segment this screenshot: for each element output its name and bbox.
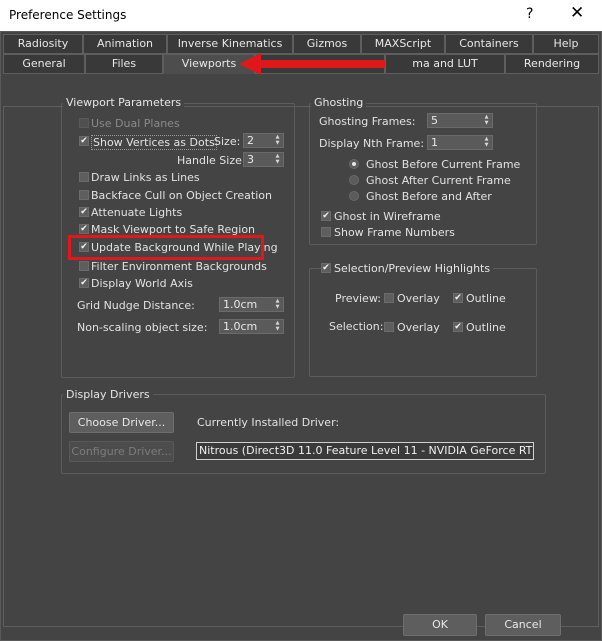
tab-radiosity[interactable]: Radiosity <box>3 34 83 54</box>
draw-links-label: Draw Links as Lines <box>91 171 200 184</box>
cancel-button[interactable]: Cancel <box>485 614 561 636</box>
preview-outline-label: Outline <box>466 292 506 305</box>
tab-containers[interactable]: Containers <box>445 34 533 54</box>
size-label: Size: <box>214 135 241 148</box>
grid-nudge-label: Grid Nudge Distance: <box>77 299 195 312</box>
title-bar: Preference Settings ? ✕ <box>0 0 602 31</box>
grid-nudge-spinner[interactable]: 1.0cm ▲ ▼ <box>219 297 284 312</box>
display-nth-frame-value: 1 <box>431 136 438 149</box>
ghost-wireframe-label: Ghost in Wireframe <box>334 210 441 223</box>
mask-viewport-checkbox[interactable]: ✔ <box>79 224 89 234</box>
annotation-arrow-icon <box>239 53 385 75</box>
display-drivers-title: Display Drivers <box>63 388 153 401</box>
display-drivers-group <box>61 394 546 474</box>
tab-general[interactable]: General <box>3 54 85 74</box>
show-vertices-label: Show Vertices as Dots <box>91 135 217 150</box>
ghosting-frames-spinner[interactable]: 5 ▲ ▼ <box>427 113 493 128</box>
size-spinner[interactable]: 2 ▲ ▼ <box>243 133 284 148</box>
preview-overlay-checkbox[interactable] <box>384 293 394 303</box>
use-dual-planes-checkbox[interactable] <box>79 118 89 128</box>
spinner-arrows-icon[interactable]: ▲ ▼ <box>483 136 490 149</box>
use-dual-planes-label: Use Dual Planes <box>91 117 180 130</box>
size-value: 2 <box>247 134 254 147</box>
close-icon[interactable]: ✕ <box>570 3 584 23</box>
tab-files[interactable]: Files <box>85 54 163 74</box>
handle-size-spinner[interactable]: 3 ▲ ▼ <box>243 152 284 167</box>
preference-dialog: Radiosity Animation Inverse Kinematics G… <box>0 31 602 641</box>
selection-outline-checkbox[interactable]: ✔ <box>453 322 463 332</box>
display-world-axis-label: Display World Axis <box>91 277 193 290</box>
selection-overlay-label: Overlay <box>397 321 440 334</box>
non-scaling-label: Non-scaling object size: <box>77 321 208 334</box>
spinner-arrows-icon[interactable]: ▲ ▼ <box>483 114 490 127</box>
ghost-before-radio[interactable] <box>349 159 359 169</box>
ghosting-title: Ghosting <box>311 96 367 109</box>
selection-label: Selection: <box>329 320 384 333</box>
filter-env-label: Filter Environment Backgrounds <box>91 260 267 273</box>
viewport-parameters-title: Viewport Parameters <box>63 96 185 109</box>
tab-rendering[interactable]: Rendering <box>505 54 599 74</box>
ghost-wireframe-checkbox[interactable]: ✔ <box>321 211 331 221</box>
selection-overlay-checkbox[interactable] <box>384 322 394 332</box>
display-world-axis-checkbox[interactable]: ✔ <box>79 278 89 288</box>
preview-overlay-label: Overlay <box>397 292 440 305</box>
selection-outline-label: Outline <box>466 321 506 334</box>
spinner-arrows-icon[interactable]: ▲ ▼ <box>274 298 281 311</box>
help-icon[interactable]: ? <box>526 6 533 22</box>
non-scaling-value: 1.0cm <box>223 320 258 333</box>
show-frame-numbers-label: Show Frame Numbers <box>334 226 455 239</box>
configure-driver-button[interactable]: Configure Driver... <box>69 441 174 462</box>
show-frame-numbers-checkbox[interactable] <box>321 227 331 237</box>
backface-cull-checkbox[interactable] <box>79 190 89 200</box>
handle-size-value: 3 <box>247 153 254 166</box>
filter-env-checkbox[interactable] <box>79 261 89 271</box>
choose-driver-button[interactable]: Choose Driver... <box>69 412 174 433</box>
selection-preview-title: Selection/Preview Highlights <box>331 262 494 275</box>
backface-cull-label: Backface Cull on Object Creation <box>91 189 272 202</box>
ghost-after-label: Ghost After Current Frame <box>366 174 511 187</box>
attenuate-lights-checkbox[interactable]: ✔ <box>79 207 89 217</box>
attenuate-lights-label: Attenuate Lights <box>91 206 183 219</box>
ghost-after-radio[interactable] <box>349 175 359 185</box>
draw-links-checkbox[interactable] <box>79 172 89 182</box>
handle-size-label: Handle Size: <box>177 154 246 167</box>
grid-nudge-value: 1.0cm <box>223 298 258 311</box>
annotation-highlight-box <box>68 235 264 260</box>
show-vertices-checkbox[interactable]: ✔ <box>79 136 89 146</box>
preview-label: Preview: <box>335 292 381 305</box>
selection-preview-checkbox[interactable]: ✔ <box>321 263 331 273</box>
tab-gizmos[interactable]: Gizmos <box>293 34 361 54</box>
current-driver-label: Currently Installed Driver: <box>197 416 340 429</box>
tab-maxscript[interactable]: MAXScript <box>361 34 445 54</box>
tab-animation[interactable]: Animation <box>83 34 167 54</box>
window-title: Preference Settings <box>9 8 127 22</box>
current-driver-field[interactable]: Nitrous (Direct3D 11.0 Feature Level 11 … <box>196 442 534 460</box>
spinner-arrows-icon[interactable]: ▲ ▼ <box>274 153 281 166</box>
ghost-before-after-radio[interactable] <box>349 191 359 201</box>
display-nth-frame-spinner[interactable]: 1 ▲ ▼ <box>427 135 493 150</box>
ghosting-frames-label: Ghosting Frames: <box>319 115 416 128</box>
preview-outline-checkbox[interactable]: ✔ <box>453 293 463 303</box>
display-nth-frame-label: Display Nth Frame: <box>319 137 425 150</box>
tab-gamma-lut[interactable]: ma and LUT <box>385 54 505 74</box>
ghosting-frames-value: 5 <box>431 114 438 127</box>
spinner-arrows-icon[interactable]: ▲ ▼ <box>274 134 281 147</box>
non-scaling-spinner[interactable]: 1.0cm ▲ ▼ <box>219 319 284 334</box>
tab-help[interactable]: Help <box>533 34 599 54</box>
ghost-before-label: Ghost Before Current Frame <box>366 158 521 171</box>
ok-button[interactable]: OK <box>403 614 477 636</box>
tab-inverse-kinematics[interactable]: Inverse Kinematics <box>167 34 293 54</box>
spinner-arrows-icon[interactable]: ▲ ▼ <box>274 320 281 333</box>
ghost-before-after-label: Ghost Before and After <box>366 190 492 203</box>
